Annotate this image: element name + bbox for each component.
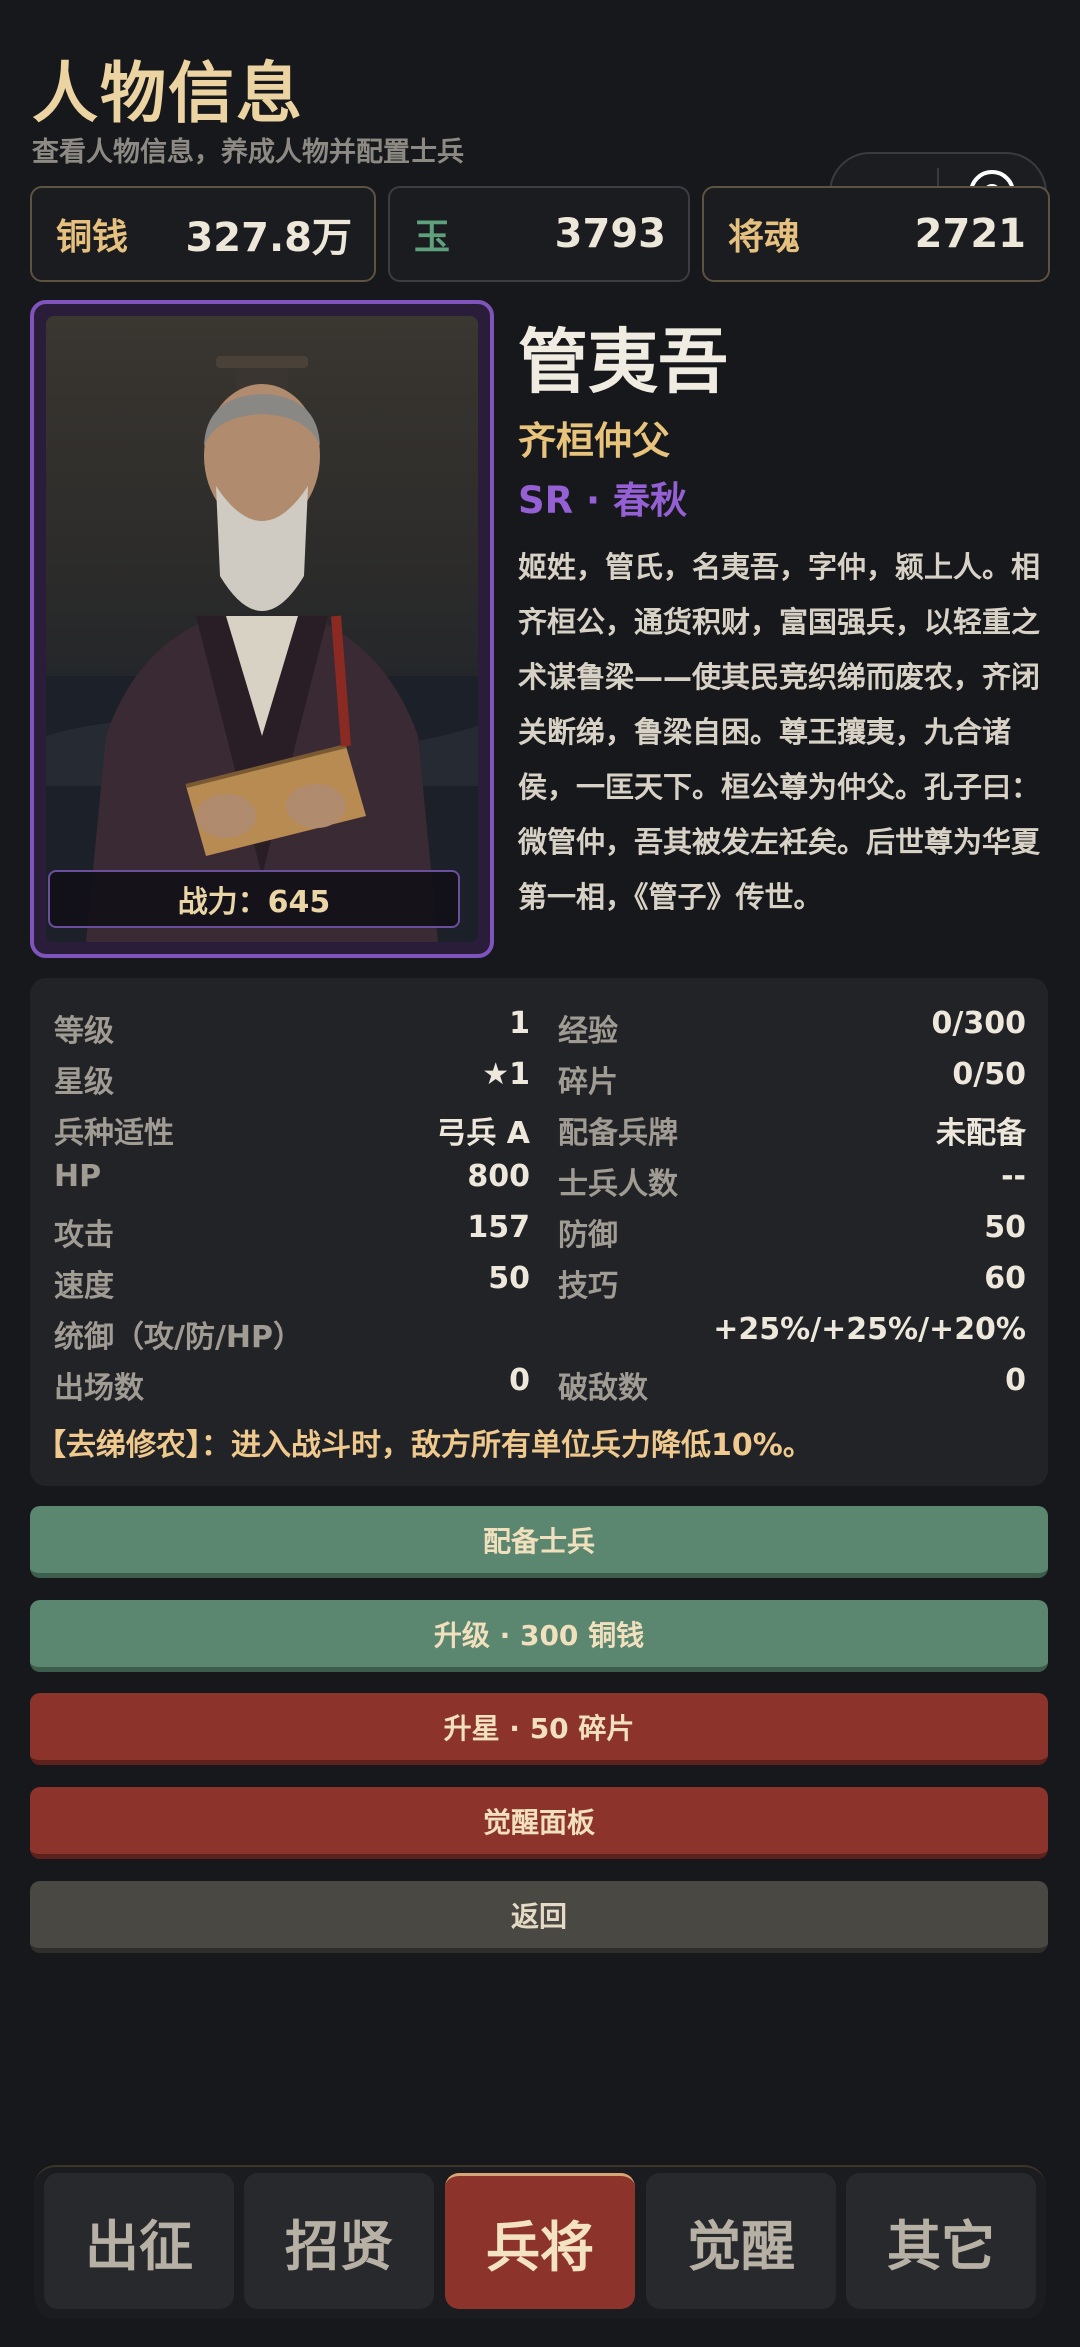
stat-row: 速度 50 技巧 60	[54, 1261, 1026, 1304]
stat-value: 弓兵 A	[436, 1116, 530, 1151]
stat-label: 配备兵牌	[558, 1116, 678, 1151]
skill-description: 【去绨修农】：进入战斗时，敌方所有单位兵力降低10%。	[36, 1428, 813, 1463]
stat-label: 星级	[54, 1065, 114, 1100]
stats-panel: 等级 1 经验 0/300 星级 ★1 碎片 0/50 兵种适性 弓兵 A 配备…	[30, 978, 1048, 1486]
tab-other[interactable]: 其它	[846, 2173, 1036, 2309]
level-up-button[interactable]: 升级 · 300 铜钱	[30, 1600, 1048, 1672]
currency-label: 铜钱	[56, 217, 129, 258]
star-up-button[interactable]: 升星 · 50 碎片	[30, 1693, 1048, 1765]
stat-label: 速度	[54, 1269, 114, 1304]
stat-value: 0	[1005, 1363, 1026, 1398]
stat-row: 攻击 157 防御 50	[54, 1210, 1026, 1253]
hero-biography: 姬姓，管氏，名夷吾，字仲，颍上人。相齐桓公，通货积财，富国强兵，以轻重之术谋鲁梁…	[518, 550, 1041, 914]
stat-label: HP	[54, 1159, 102, 1194]
stat-row: 兵种适性 弓兵 A 配备兵牌 未配备	[54, 1108, 1026, 1151]
currency-value: 3793	[554, 211, 666, 257]
stat-label: 兵种适性	[54, 1116, 174, 1151]
tab-recruit[interactable]: 招贤	[244, 2173, 434, 2309]
stat-value: 50	[488, 1261, 530, 1296]
currency-soul: 将魂 2721	[702, 186, 1050, 282]
stat-label: 破敌数	[558, 1371, 648, 1406]
stat-value: ★1	[482, 1057, 530, 1092]
stat-label: 经验	[558, 1014, 618, 1049]
tab-generals[interactable]: 兵将	[445, 2173, 635, 2309]
combat-power-badge: 战力：645	[48, 870, 460, 928]
awaken-panel-button[interactable]: 觉醒面板	[30, 1787, 1048, 1859]
currency-jade: 玉 3793	[388, 186, 690, 282]
stat-label: 攻击	[54, 1218, 114, 1253]
stat-label: 碎片	[558, 1065, 618, 1100]
stat-value: 800	[467, 1159, 530, 1194]
stat-value: 0/50	[952, 1057, 1026, 1092]
stat-value: 0/300	[931, 1006, 1026, 1041]
stat-label: 防御	[558, 1218, 618, 1253]
hero-title: 齐桓仲父	[518, 419, 671, 463]
stat-label: 等级	[54, 1014, 114, 1049]
stat-label: 出场数	[54, 1371, 144, 1406]
currency-label: 玉	[414, 217, 451, 258]
currency-label: 将魂	[728, 217, 801, 258]
hero-name: 管夷吾	[518, 321, 728, 403]
stat-value: 1	[509, 1006, 530, 1041]
currency-value: 327.8万	[185, 215, 352, 261]
hero-portrait-illustration	[46, 356, 478, 942]
stat-row: 统御（攻/防/HP） +25%/+25%/+20%	[54, 1312, 1026, 1355]
stat-value: 50	[984, 1210, 1026, 1245]
stat-row: HP 800 士兵人数 --	[54, 1159, 1026, 1202]
currency-copper: 铜钱 327.8万	[30, 186, 376, 282]
currency-value: 2721	[914, 211, 1026, 257]
stat-label: 士兵人数	[558, 1167, 678, 1202]
stat-row: 星级 ★1 碎片 0/50	[54, 1057, 1026, 1100]
hero-portrait	[46, 316, 478, 942]
stat-value: 0	[509, 1363, 530, 1398]
stat-value: +25%/+25%/+20%	[713, 1312, 1026, 1347]
stat-value: 未配备	[936, 1116, 1026, 1151]
stat-row: 等级 1 经验 0/300	[54, 1006, 1026, 1049]
page-subtitle: 查看人物信息，养成人物并配置士兵	[32, 137, 464, 168]
stat-value: 60	[984, 1261, 1026, 1296]
hero-rarity: SR · 春秋	[518, 479, 687, 522]
stat-value: --	[1001, 1159, 1026, 1194]
stat-label: 统御（攻/防/HP）	[54, 1320, 304, 1355]
stat-value: 157	[467, 1210, 530, 1245]
back-button[interactable]: 返回	[30, 1881, 1048, 1953]
equip-soldiers-button[interactable]: 配备士兵	[30, 1506, 1048, 1578]
page-title: 人物信息	[32, 55, 304, 132]
stat-label: 技巧	[558, 1269, 618, 1304]
stat-row: 出场数 0 破敌数 0	[54, 1363, 1026, 1406]
tab-expedition[interactable]: 出征	[44, 2173, 234, 2309]
tab-awaken[interactable]: 觉醒	[646, 2173, 836, 2309]
hero-portrait-card[interactable]	[30, 300, 494, 958]
